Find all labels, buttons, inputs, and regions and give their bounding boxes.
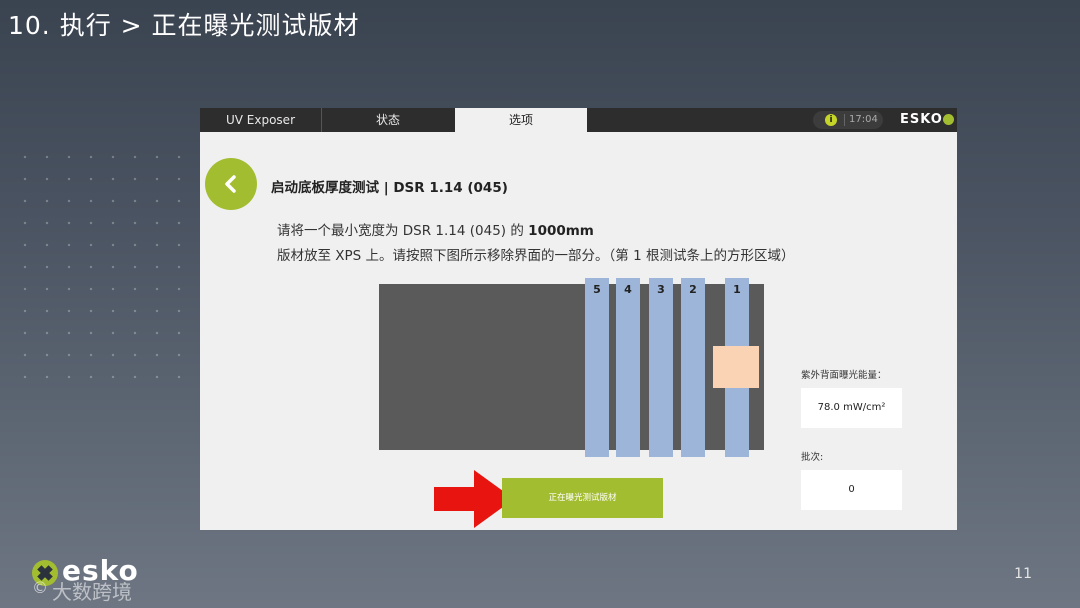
brand-footer: esko © 大数跨境 (32, 554, 182, 604)
page-number: 11 (1014, 566, 1032, 582)
strip-label: 2 (689, 283, 697, 296)
strip-label: 3 (657, 283, 665, 296)
instruction-line-1: 请将一个最小宽度为 DSR 1.14 (045) 的 1000mm (277, 219, 594, 239)
back-button[interactable] (205, 158, 257, 210)
instruction-text: 请将一个最小宽度为 DSR 1.14 (045) 的 (277, 223, 524, 239)
batch-label: 批次: (801, 452, 824, 463)
test-strip-5: 5 (585, 278, 609, 457)
clock-time: 17:04 (849, 114, 878, 125)
tab-bar: UV Exposer 状态 选项 i 17:04 ESKO (200, 108, 957, 132)
plate-diagram (379, 284, 764, 450)
test-strip-4: 4 (616, 278, 640, 457)
test-strip-2: 2 (681, 278, 705, 457)
removal-area-highlight (713, 346, 759, 388)
page-heading: 启动底板厚度测试 | DSR 1.14 (045) (271, 180, 508, 196)
watermark-icon: © (32, 578, 48, 597)
tab-status[interactable]: 状态 (322, 108, 454, 132)
esko-logo: ESKO (900, 112, 943, 127)
chevron-left-icon (225, 175, 236, 193)
divider (844, 114, 845, 126)
instruction-line-2: 版材放至 XPS 上。请按照下图所示移除界面的一部分。（第 1 根测试条上的方形… (277, 248, 795, 264)
strip-label: 5 (593, 283, 601, 296)
energy-field[interactable]: 78.0 mW/cm² (801, 388, 902, 428)
batch-field[interactable]: 0 (801, 470, 902, 510)
esko-logo-mark-icon (943, 114, 954, 125)
slide-title: 10. 执行 > 正在曝光测试版材 (8, 11, 360, 40)
strip-label: 1 (733, 283, 741, 296)
tab-options[interactable]: 选项 (455, 108, 587, 132)
width-value: 1000mm (528, 223, 594, 239)
tab-uv-exposer[interactable]: UV Exposer (200, 108, 322, 132)
info-icon[interactable]: i (825, 114, 837, 126)
energy-label: 紫外背面曝光能量： (801, 370, 887, 381)
watermark-text: 大数跨境 (52, 580, 132, 604)
exposing-status-button[interactable]: 正在曝光测试版材 (502, 478, 663, 518)
app-window: UV Exposer 状态 选项 i 17:04 ESKO 启动底板厚度测试 |… (200, 108, 957, 530)
info-time-pill: i 17:04 (813, 111, 883, 129)
dot-pattern (14, 146, 189, 391)
test-strip-3: 3 (649, 278, 673, 457)
strip-label: 4 (624, 283, 632, 296)
